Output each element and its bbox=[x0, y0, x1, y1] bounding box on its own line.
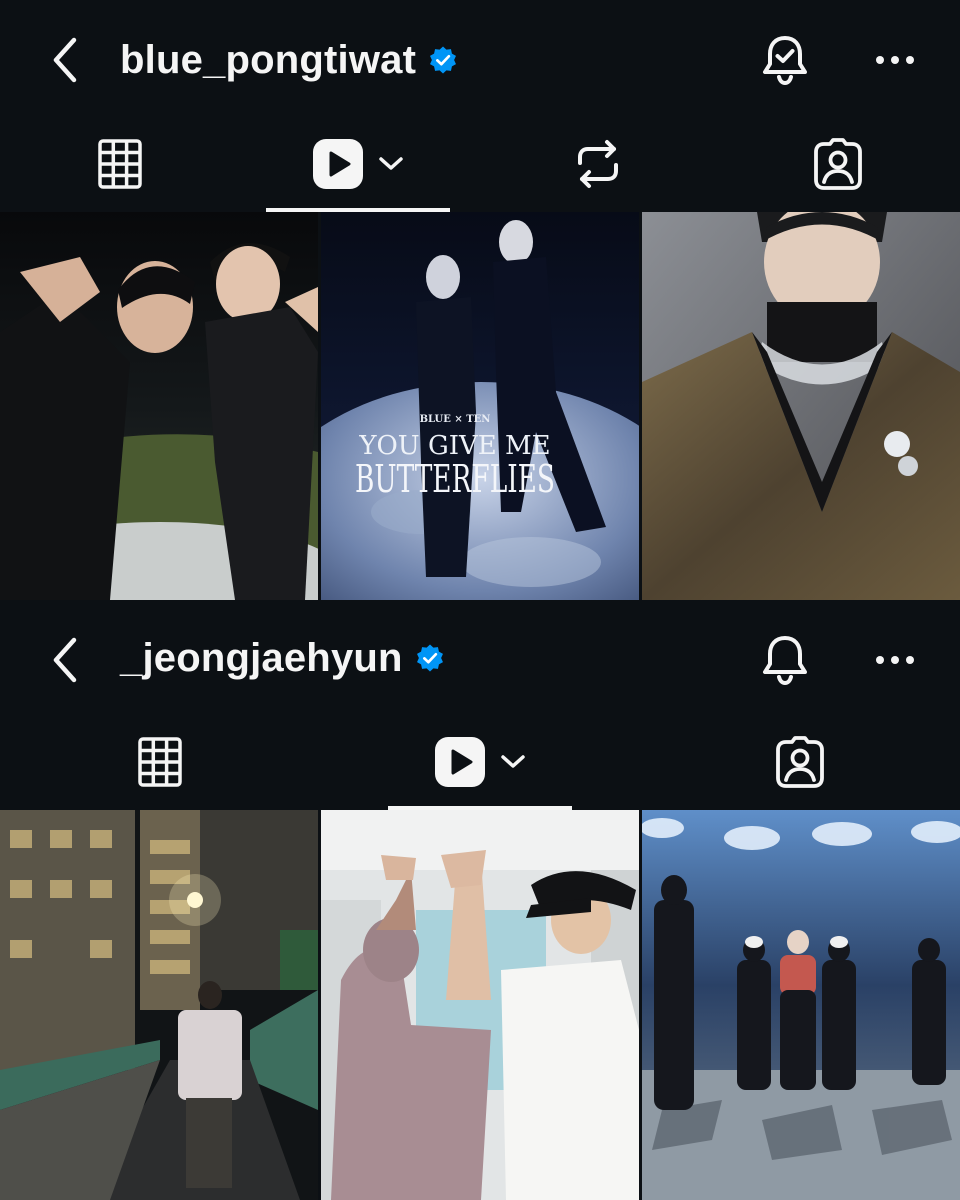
profile-header: _jeongjaehyun bbox=[0, 600, 960, 718]
verified-badge-icon bbox=[416, 644, 443, 672]
reel-poster: BLUE × TEN YOU GIVE ME BUTTERFLIES bbox=[321, 212, 639, 600]
back-button[interactable] bbox=[40, 630, 90, 690]
profile-username: _jeongjaehyun bbox=[120, 635, 403, 680]
tab-grid[interactable] bbox=[60, 120, 180, 208]
chevron-down-icon bbox=[379, 157, 403, 170]
reels-icon bbox=[435, 737, 485, 787]
profile-tabs bbox=[0, 120, 960, 212]
verified-badge-icon bbox=[430, 46, 457, 74]
profile-section-jaehyun: _jeongjaehyun bbox=[0, 600, 960, 1200]
tab-tagged[interactable] bbox=[740, 718, 860, 806]
tab-reels[interactable] bbox=[266, 120, 450, 212]
grid-icon bbox=[138, 737, 182, 787]
profile-username: blue_pongtiwat bbox=[120, 37, 417, 82]
reposts-icon bbox=[578, 140, 618, 188]
chevron-left-icon bbox=[53, 637, 77, 683]
reel-image bbox=[321, 810, 639, 1200]
tab-grid[interactable] bbox=[100, 718, 220, 806]
reels-grid bbox=[0, 810, 960, 1200]
reel-image bbox=[0, 810, 318, 1200]
reel-thumbnail[interactable] bbox=[321, 810, 639, 1200]
more-options-button[interactable] bbox=[870, 40, 920, 80]
back-button[interactable] bbox=[40, 30, 90, 90]
tab-reels[interactable] bbox=[388, 718, 572, 810]
profile-section-blue: blue_pongtiwat BLUE × TEN YOU GIVE ME BU… bbox=[0, 0, 960, 600]
reel-thumbnail[interactable] bbox=[0, 212, 318, 600]
reels-tab-content bbox=[312, 138, 404, 190]
reel-image bbox=[642, 212, 960, 600]
username-row: blue_pongtiwat bbox=[120, 36, 458, 84]
reel-thumbnail[interactable]: BLUE × TEN YOU GIVE ME BUTTERFLIES bbox=[321, 212, 639, 600]
profile-tabs bbox=[0, 718, 960, 810]
more-horizontal-icon bbox=[876, 56, 914, 64]
tab-tagged[interactable] bbox=[778, 120, 898, 208]
reel-thumbnail[interactable] bbox=[642, 810, 960, 1200]
more-options-button[interactable] bbox=[870, 640, 920, 680]
notifications-button[interactable] bbox=[755, 630, 815, 690]
chevron-down-icon bbox=[501, 755, 525, 768]
username-row: _jeongjaehyun bbox=[120, 634, 445, 682]
bell-icon bbox=[763, 636, 807, 686]
more-horizontal-icon bbox=[876, 656, 914, 664]
grid-icon bbox=[98, 139, 142, 189]
profile-header: blue_pongtiwat bbox=[0, 0, 960, 120]
reel-thumbnail[interactable] bbox=[0, 810, 318, 1200]
tagged-icon bbox=[776, 736, 824, 788]
reels-tab-content bbox=[434, 736, 526, 788]
reel-image bbox=[642, 810, 960, 1200]
reel-thumbnail[interactable] bbox=[642, 212, 960, 600]
bell-check-icon bbox=[763, 36, 807, 86]
chevron-left-icon bbox=[53, 37, 77, 83]
poster-subtitle: BLUE × TEN bbox=[420, 414, 491, 425]
reel-image bbox=[0, 212, 318, 600]
tab-reposts[interactable] bbox=[538, 120, 658, 208]
poster-title-line2: BUTTERFLIES bbox=[355, 457, 555, 501]
tagged-icon bbox=[814, 138, 862, 190]
reels-icon bbox=[313, 139, 363, 189]
reels-grid: BLUE × TEN YOU GIVE ME BUTTERFLIES bbox=[0, 212, 960, 600]
notifications-button[interactable] bbox=[755, 30, 815, 90]
